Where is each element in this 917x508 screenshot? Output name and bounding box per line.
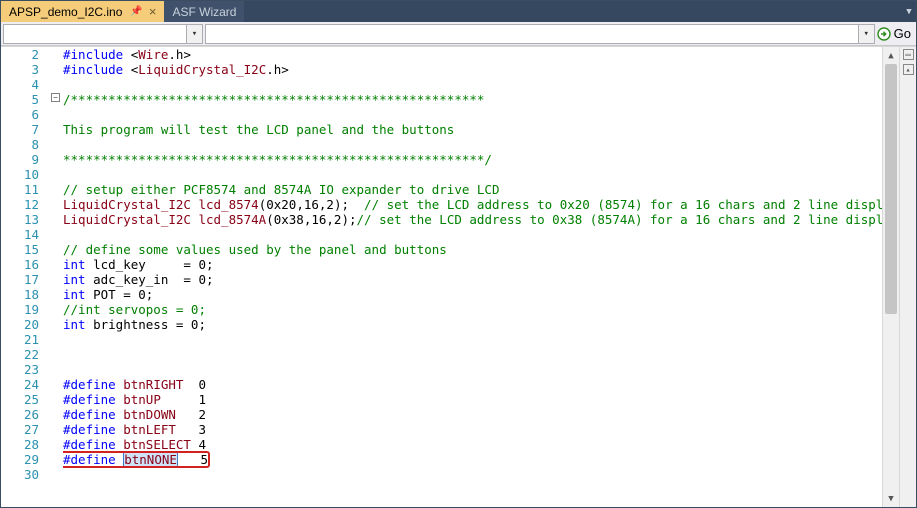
line-number-gutter: 2345678910111213141516171819202122232425… bbox=[1, 47, 49, 507]
line-number: 8 bbox=[1, 137, 39, 152]
code-line[interactable]: #define btnNONE 5 bbox=[63, 452, 882, 467]
code-line[interactable] bbox=[63, 137, 882, 152]
scroll-down[interactable]: ▼ bbox=[883, 490, 899, 507]
code-line[interactable]: #include <LiquidCrystal_I2C.h> bbox=[63, 62, 882, 77]
scroll-thumb[interactable] bbox=[885, 64, 897, 314]
annotation-bar: ▭ ▴ bbox=[899, 47, 916, 507]
code-line[interactable] bbox=[63, 347, 882, 362]
tab-label: ASF Wizard bbox=[172, 5, 236, 19]
line-number: 26 bbox=[1, 407, 39, 422]
code-line[interactable]: #define btnLEFT 3 bbox=[63, 422, 882, 437]
line-number: 16 bbox=[1, 257, 39, 272]
code-line[interactable] bbox=[63, 227, 882, 242]
line-number: 10 bbox=[1, 167, 39, 182]
fold-toggle[interactable]: − bbox=[51, 93, 60, 102]
line-number: 29 bbox=[1, 452, 39, 467]
tab-bar: APSP_demo_I2C.ino 📌 × ASF Wizard ▼ bbox=[1, 1, 916, 22]
caret-up-icon[interactable]: ▴ bbox=[903, 64, 914, 75]
line-number: 4 bbox=[1, 77, 39, 92]
scope-combo[interactable]: ▾ bbox=[3, 24, 203, 44]
line-number: 7 bbox=[1, 122, 39, 137]
code-line[interactable]: int brightness = 0; bbox=[63, 317, 882, 332]
tab-active-file[interactable]: APSP_demo_I2C.ino 📌 × bbox=[1, 1, 164, 22]
code-line[interactable]: LiquidCrystal_I2C lcd_8574(0x20,16,2); /… bbox=[63, 197, 882, 212]
code-line[interactable] bbox=[63, 332, 882, 347]
line-number: 14 bbox=[1, 227, 39, 242]
line-number: 2 bbox=[1, 47, 39, 62]
code-line[interactable]: //int servopos = 0; bbox=[63, 302, 882, 317]
tab-asf-wizard[interactable]: ASF Wizard bbox=[164, 1, 244, 22]
code-line[interactable] bbox=[63, 107, 882, 122]
code-line[interactable]: // setup either PCF8574 and 8574A IO exp… bbox=[63, 182, 882, 197]
chevron-down-icon[interactable]: ▾ bbox=[186, 25, 202, 43]
line-number: 3 bbox=[1, 62, 39, 77]
go-arrow-icon bbox=[877, 27, 891, 41]
navigation-bar: ▾ ▾ Go bbox=[1, 22, 916, 46]
code-line[interactable]: #define btnDOWN 2 bbox=[63, 407, 882, 422]
code-line[interactable]: ****************************************… bbox=[63, 152, 882, 167]
code-line[interactable]: int adc_key_in = 0; bbox=[63, 272, 882, 287]
code-line[interactable]: /***************************************… bbox=[63, 92, 882, 107]
code-line[interactable]: #include <Wire.h> bbox=[63, 47, 882, 62]
line-number: 22 bbox=[1, 347, 39, 362]
line-number: 30 bbox=[1, 467, 39, 482]
scroll-up[interactable]: ▲ bbox=[883, 47, 899, 64]
line-number: 24 bbox=[1, 377, 39, 392]
line-number: 11 bbox=[1, 182, 39, 197]
line-number: 27 bbox=[1, 422, 39, 437]
code-line[interactable] bbox=[63, 467, 882, 482]
line-number: 12 bbox=[1, 197, 39, 212]
code-line[interactable]: LiquidCrystal_I2C lcd_8574A(0x38,16,2);/… bbox=[63, 212, 882, 227]
line-number: 15 bbox=[1, 242, 39, 257]
close-icon[interactable]: × bbox=[149, 4, 157, 19]
code-line[interactable]: int POT = 0; bbox=[63, 287, 882, 302]
code-line[interactable]: #define btnRIGHT 0 bbox=[63, 377, 882, 392]
line-number: 9 bbox=[1, 152, 39, 167]
line-number: 13 bbox=[1, 212, 39, 227]
split-icon[interactable]: ▭ bbox=[903, 49, 914, 60]
code-area[interactable]: #include <Wire.h>#include <LiquidCrystal… bbox=[63, 47, 882, 507]
line-number: 6 bbox=[1, 107, 39, 122]
chevron-down-icon[interactable]: ▾ bbox=[858, 25, 874, 43]
pin-icon[interactable]: 📌 bbox=[130, 6, 142, 17]
code-line[interactable]: #define btnSELECT 4 bbox=[63, 437, 882, 452]
fold-gutter: − bbox=[49, 47, 63, 507]
code-line[interactable] bbox=[63, 167, 882, 182]
code-line[interactable] bbox=[63, 362, 882, 377]
line-number: 25 bbox=[1, 392, 39, 407]
code-line[interactable]: // define some values used by the panel … bbox=[63, 242, 882, 257]
tab-label: APSP_demo_I2C.ino bbox=[9, 5, 122, 19]
line-number: 28 bbox=[1, 437, 39, 452]
go-button[interactable]: Go bbox=[877, 24, 914, 44]
line-number: 5 bbox=[1, 92, 39, 107]
member-combo[interactable]: ▾ bbox=[205, 24, 875, 44]
code-line[interactable] bbox=[63, 77, 882, 92]
code-editor: 2345678910111213141516171819202122232425… bbox=[1, 46, 916, 507]
line-number: 23 bbox=[1, 362, 39, 377]
vertical-scrollbar[interactable]: ▲ ▼ bbox=[882, 47, 899, 507]
line-number: 20 bbox=[1, 317, 39, 332]
line-number: 21 bbox=[1, 332, 39, 347]
code-line[interactable]: This program will test the LCD panel and… bbox=[63, 122, 882, 137]
code-line[interactable]: int lcd_key = 0; bbox=[63, 257, 882, 272]
line-number: 18 bbox=[1, 287, 39, 302]
code-line[interactable]: #define btnUP 1 bbox=[63, 392, 882, 407]
line-number: 17 bbox=[1, 272, 39, 287]
tab-overflow-dropdown[interactable]: ▼ bbox=[902, 1, 916, 22]
line-number: 19 bbox=[1, 302, 39, 317]
go-label: Go bbox=[894, 26, 911, 41]
